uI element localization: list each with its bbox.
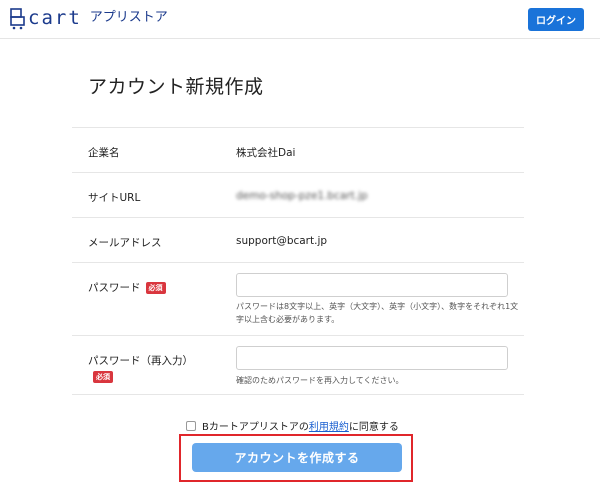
required-badge: 必須 — [93, 371, 113, 383]
form-row-password: パスワード 必須 パスワードは8文字以上、英字（大文字）、英字（小文字）、数字をそ… — [72, 262, 524, 335]
password-confirm-help-text: 確認のためパスワードを再入力してください。 — [236, 376, 404, 385]
bcart-logo-icon — [10, 8, 26, 30]
form-row-password-confirm: パスワード（再入力） 必須 確認のためパスワードを再入力してください。 — [72, 335, 524, 395]
email-value: support@bcart.jp — [236, 235, 328, 247]
logo[interactable]: cart アプリストア — [10, 7, 168, 30]
form-row-company: 企業名 株式会社Dai — [72, 127, 524, 172]
agree-prefix: Bカートアプリストアの — [202, 422, 309, 433]
company-label: 企業名 — [88, 147, 120, 159]
logo-text: cart — [28, 7, 82, 29]
password-confirm-input[interactable] — [236, 346, 508, 370]
login-button[interactable]: ログイン — [528, 8, 584, 31]
terms-agreement: Bカートアプリストアの 利用規約 に同意する — [186, 418, 399, 433]
site-url-label: サイトURL — [88, 192, 141, 204]
password-confirm-label: パスワード（再入力） — [88, 355, 193, 367]
company-value: 株式会社Dai — [236, 147, 296, 159]
site-url-value: demo-shop-pze1.bcart.jp — [236, 190, 368, 202]
terms-link[interactable]: 利用規約 — [309, 418, 349, 433]
required-badge: 必須 — [145, 282, 166, 294]
form-row-email: メールアドレス support@bcart.jp — [72, 217, 524, 262]
password-help-text: パスワードは8文字以上、英字（大文字）、英字（小文字）、数字をそれぞれ1文字以上… — [236, 302, 519, 324]
create-account-button[interactable]: アカウントを作成する — [192, 443, 402, 472]
logo-subtitle: アプリストア — [89, 10, 168, 25]
password-label: パスワード 必須 — [88, 280, 166, 295]
email-label: メールアドレス — [88, 237, 162, 249]
password-input[interactable] — [236, 273, 508, 297]
agree-checkbox[interactable] — [186, 420, 196, 431]
page-title: アカウント新規作成 — [88, 76, 264, 98]
signup-form: 企業名 株式会社Dai サイトURL demo-shop-pze1.bcart.… — [72, 127, 524, 395]
form-row-site-url: サイトURL demo-shop-pze1.bcart.jp — [72, 172, 524, 217]
password-label-text: パスワード — [88, 282, 141, 294]
agree-suffix: に同意する — [348, 422, 399, 433]
header: cart アプリストア ログイン — [0, 0, 600, 39]
